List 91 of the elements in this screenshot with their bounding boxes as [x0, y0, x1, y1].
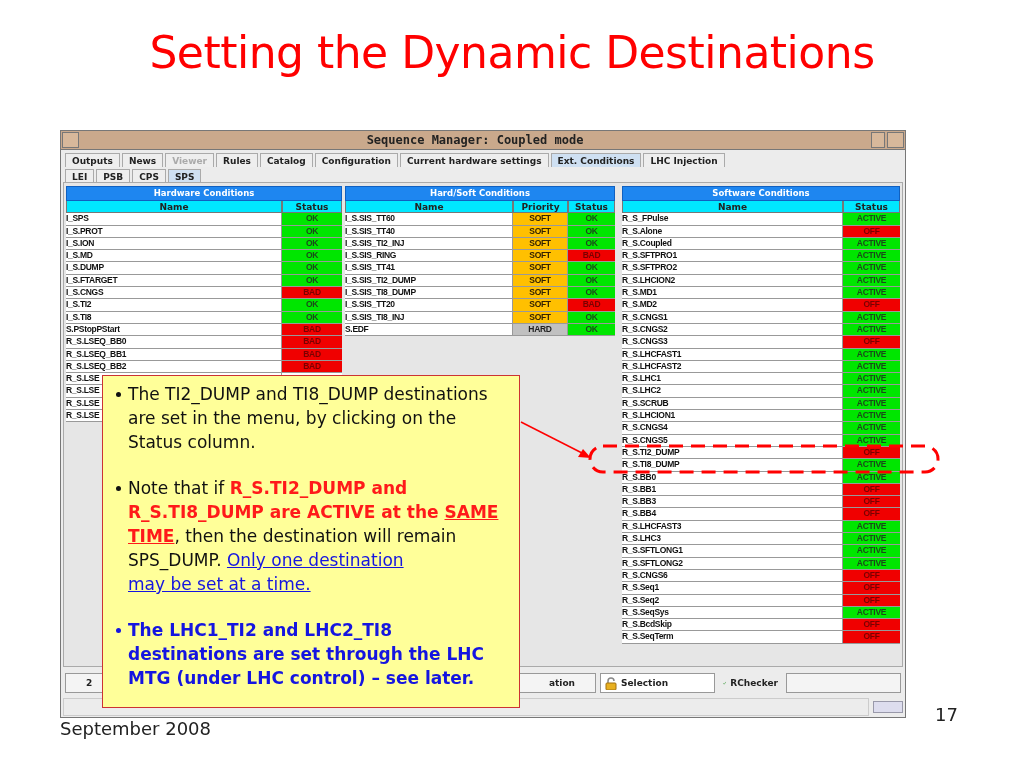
table-cell: I_S.SIS_RING [345, 250, 513, 263]
status-cell[interactable]: OK [282, 213, 342, 226]
table-cell: R_S.CNGS3 [622, 336, 843, 349]
bullet-dot [116, 392, 121, 397]
status-cell[interactable]: OK [282, 262, 342, 275]
status-cell[interactable]: ACTIVE [843, 250, 900, 263]
status-cell[interactable]: ACTIVE [843, 533, 900, 546]
column-header[interactable]: Name [622, 201, 843, 214]
table-cell: R_S.SFTPRO1 [622, 250, 843, 263]
status-cell[interactable]: ACTIVE [843, 545, 900, 558]
column-header[interactable]: Status [568, 201, 615, 214]
lock-icon [605, 676, 617, 690]
tab[interactable]: CPS [132, 169, 166, 183]
table-caption: Software Conditions [622, 186, 900, 201]
tab[interactable]: Configuration [314, 153, 398, 167]
table-cell: R_S.LHC2 [622, 385, 843, 398]
link[interactable]: Only one destination [226, 550, 404, 570]
status-cell[interactable]: ACTIVE [843, 385, 900, 398]
table-cell: R_S.TI8_DUMP [622, 459, 843, 472]
table-cell: R_S.MD1 [622, 287, 843, 300]
column-header[interactable]: Name [66, 201, 282, 214]
bullet-text: Note that if R_S.TI2_DUMP and R_S.TI8_DUMP are ACTIVE at the SAME TIME, then the destination will remain SPS_DUMP. Only one destination may be set at a time. [128, 477, 500, 596]
status-cell[interactable]: OK [568, 213, 615, 226]
table-cell: R_S.SFTLONG1 [622, 545, 843, 558]
tab[interactable]: News [121, 153, 164, 167]
table-cell: R_S.SeqTerm [622, 631, 843, 644]
table-cell: I_S.CNGS [66, 287, 282, 300]
status-text: Selection [621, 678, 669, 688]
table-cell: I_S.SIS_TT41 [345, 262, 513, 275]
tab[interactable]: Ext. Conditions [550, 153, 642, 167]
table-cell: R_S_FPulse [622, 213, 843, 226]
tab[interactable]: SPS [167, 169, 202, 183]
resize-button[interactable] [873, 701, 903, 713]
status-cell[interactable]: ACTIVE [843, 262, 900, 275]
table-cell: R_S.LSEQ_BB0 [66, 336, 282, 349]
table-cell: R_S.SFTPRO2 [622, 262, 843, 275]
table-caption: Hard/Soft Conditions [345, 186, 615, 201]
table-cell: I_S.SIS_TI8_DUMP [345, 287, 513, 300]
minimize-button[interactable] [871, 132, 885, 148]
table-caption: Hardware Conditions [66, 186, 342, 201]
bullet-dot [116, 486, 121, 491]
column-header[interactable]: Priority [513, 201, 568, 214]
priority-cell: SOFT [513, 250, 568, 263]
column-header[interactable]: Status [282, 201, 342, 214]
priority-cell: SOFT [513, 299, 568, 312]
tab[interactable]: LEI [65, 169, 95, 183]
status-cell[interactable]: OK [568, 262, 615, 275]
priority-cell: SOFT [513, 213, 568, 226]
column-header[interactable]: Name [345, 201, 513, 214]
table-cell: R_S.MD2 [622, 299, 843, 312]
priority-cell: SOFT [513, 287, 568, 300]
window-menu-button[interactable] [62, 132, 79, 148]
table-cell: R_S.LHC3 [622, 533, 843, 546]
table-cell: R_S.CNGS4 [622, 422, 843, 435]
status-text: RChecker [730, 678, 778, 688]
status-cell[interactable]: OK [282, 250, 342, 263]
table-cell: I_S.TI2 [66, 299, 282, 312]
tab[interactable]: LHC Injection [643, 153, 725, 167]
link[interactable]: may be set at a time. [128, 574, 311, 594]
table-cell: I_SPS [66, 213, 282, 226]
table-cell: I_S.SIS_TT60 [345, 213, 513, 226]
tab[interactable]: Rules [216, 153, 258, 167]
table-cell: R_S.BcdSkip [622, 619, 843, 632]
table-cell: R_S.Seq1 [622, 582, 843, 595]
table-cell: R_S.BB4 [622, 508, 843, 521]
status-cell[interactable]: ACTIVE [843, 459, 900, 472]
status-cell[interactable]: ACTIVE [843, 410, 900, 423]
maximize-button[interactable] [887, 132, 904, 148]
tab[interactable]: Outputs [65, 153, 120, 167]
tab[interactable]: Catalog [259, 153, 313, 167]
table-cell: I_S.MD [66, 250, 282, 263]
priority-cell: SOFT [513, 262, 568, 275]
tab[interactable]: Current hardware settings [399, 153, 549, 167]
tab[interactable]: PSB [96, 169, 131, 183]
table-cell: I_S.DUMP [66, 262, 282, 275]
slide-title: Setting the Dynamic Destinations [148, 26, 876, 80]
table-cell: R_S.LHC1 [622, 373, 843, 386]
status-cell[interactable]: OK [282, 299, 342, 312]
column-header[interactable]: Status [843, 201, 900, 214]
status-cell[interactable]: ACTIVE [843, 213, 900, 226]
status-cell[interactable]: ACTIVE [843, 422, 900, 435]
footer-date: September 2008 [60, 718, 212, 741]
bullet-dot [116, 628, 121, 633]
status-cell[interactable]: OK [568, 287, 615, 300]
table-cell: R_S.BB3 [622, 496, 843, 509]
status-cell[interactable]: ACTIVE [843, 287, 900, 300]
page-number: 17 [935, 704, 958, 727]
status-cell[interactable]: ACTIVE [843, 373, 900, 386]
window-title: Sequence Manager: Coupled mode [365, 133, 585, 147]
table-cell: I_S.SIS_TT20 [345, 299, 513, 312]
table-cell: R_S.LHCION1 [622, 410, 843, 423]
